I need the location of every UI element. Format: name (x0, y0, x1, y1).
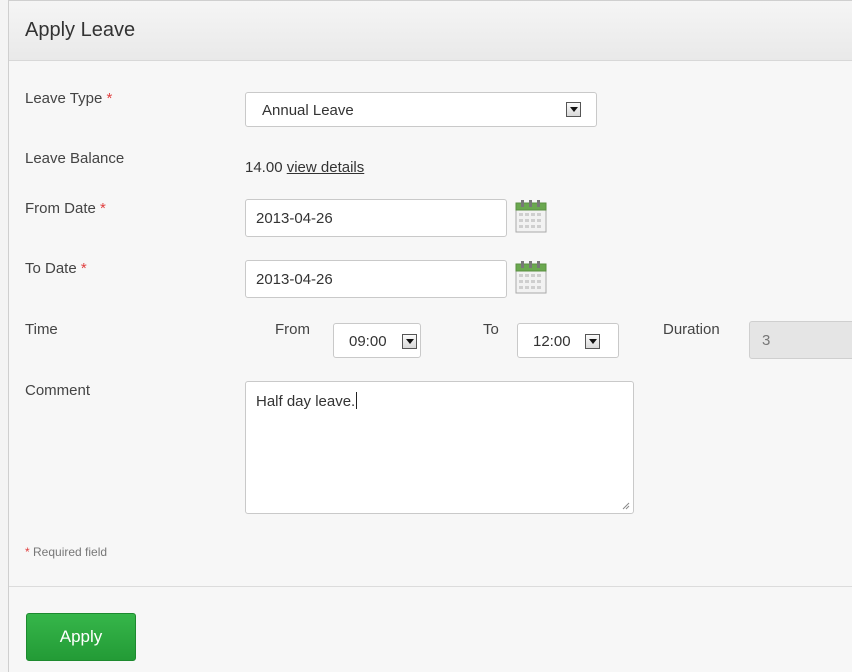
time-to-label: To (483, 321, 499, 338)
time-to-select[interactable]: 12:00 (517, 323, 619, 358)
leave-type-label: Leave Type * (25, 90, 113, 107)
text-caret (356, 392, 358, 409)
panel-header: Apply Leave (9, 1, 852, 61)
calendar-icon[interactable] (515, 260, 547, 294)
view-details-link[interactable]: view details (287, 159, 365, 176)
time-from-value: 09:00 (349, 333, 387, 350)
chevron-down-icon[interactable] (566, 102, 581, 117)
apply-button[interactable]: Apply (26, 613, 136, 661)
calendar-icon[interactable] (515, 199, 547, 233)
time-to-value: 12:00 (533, 333, 571, 350)
page-title: Apply Leave (25, 19, 136, 41)
time-from-label: From (275, 321, 310, 338)
chevron-down-icon[interactable] (585, 334, 600, 349)
resize-grip-icon[interactable] (621, 501, 630, 510)
duration-label: Duration (663, 321, 720, 338)
from-date-label: From Date * (25, 200, 106, 217)
leave-balance-label: Leave Balance (25, 150, 125, 167)
to-date-input[interactable]: 2013-04-26 (245, 260, 507, 298)
leave-type-value: Annual Leave (262, 102, 354, 119)
leave-balance-value: 14.00 (245, 159, 283, 176)
comment-text: Half day leave. (256, 393, 356, 410)
comment-textarea[interactable]: Half day leave. (245, 381, 634, 514)
apply-leave-panel: Apply Leave Leave Type * Annual Leave Le… (8, 0, 852, 672)
time-label: Time (25, 321, 58, 338)
divider (9, 586, 852, 587)
time-from-select[interactable]: 09:00 (333, 323, 421, 358)
required-field-note: * Required field (25, 545, 108, 559)
comment-label: Comment (25, 382, 91, 399)
duration-field: 3 (749, 321, 852, 359)
from-date-input[interactable]: 2013-04-26 (245, 199, 507, 237)
leave-type-select[interactable]: Annual Leave (245, 92, 597, 127)
chevron-down-icon[interactable] (402, 334, 417, 349)
to-date-label: To Date * (25, 260, 87, 277)
